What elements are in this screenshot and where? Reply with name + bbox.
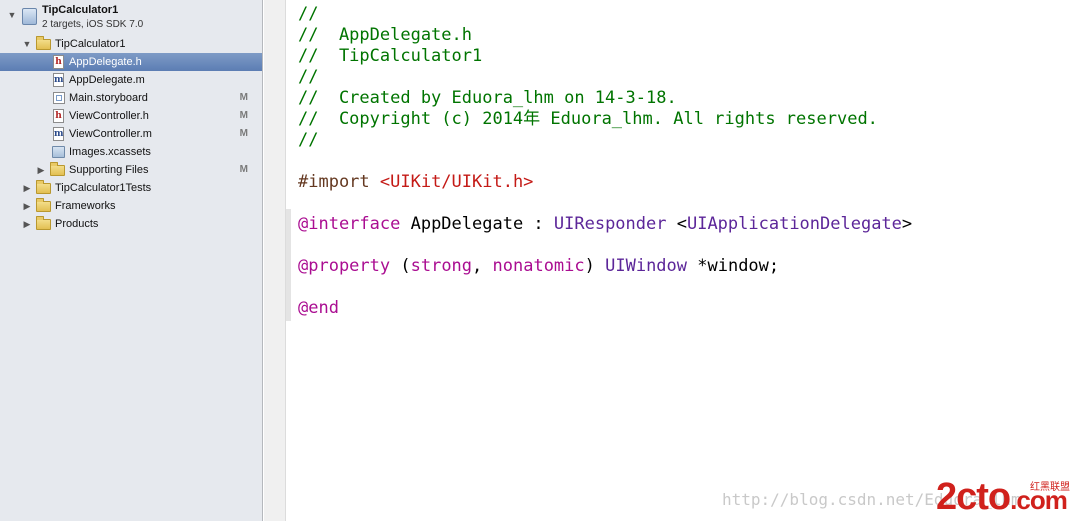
tree-item-products[interactable]: ▶ Products [0, 215, 262, 233]
code-token: UIResponder [553, 214, 667, 234]
code-folding-ribbon[interactable] [286, 209, 291, 321]
code-line[interactable]: // AppDelegate.h [298, 25, 472, 46]
implementation-file-icon: m [53, 127, 64, 141]
tree-item-label: TipCalculator1Tests [55, 182, 152, 194]
site-logo: 2cto.com 红黑联盟 [936, 476, 1072, 518]
code-token: // Created by Eduora_lhm on 14-3-18. [298, 88, 677, 108]
project-name: TipCalculator1 [42, 4, 119, 16]
code-token: nonatomic [492, 256, 585, 276]
xcode-project-icon [22, 8, 37, 25]
tree-item-appdelegate-h[interactable]: h AppDelegate.h [0, 53, 262, 71]
project-subtitle: 2 targets, iOS SDK 7.0 [42, 19, 144, 30]
code-token: // [298, 67, 319, 87]
disclosure-closed-icon[interactable]: ▶ [35, 161, 47, 179]
code-token: ) [584, 256, 606, 276]
code-line[interactable]: // Created by Eduora_lhm on 14-3-18. [298, 88, 677, 109]
code-line[interactable]: // TipCalculator1 [298, 46, 482, 67]
code-token: UIApplicationDelegate [686, 214, 902, 234]
code-line[interactable]: #import <UIKit/UIKit.h> [298, 172, 533, 193]
code-token: , [472, 256, 493, 276]
disclosure-open-icon[interactable]: ▼ [21, 35, 33, 53]
folder-icon [50, 162, 65, 176]
tree-item-label: Supporting Files [69, 164, 149, 176]
code-token: @end [298, 298, 339, 318]
code-line[interactable]: @interface AppDelegate : UIResponder <UI… [298, 214, 912, 235]
implementation-file-icon: m [53, 73, 64, 87]
scm-status-badge: M [239, 110, 248, 121]
disclosure-open-icon[interactable]: ▼ [6, 6, 18, 24]
folder-icon [36, 216, 51, 230]
tree-item-label: Products [55, 218, 99, 230]
code-line[interactable]: // Copyright (c) 2014年 Eduora_lhm. All r… [298, 109, 878, 130]
disclosure-closed-icon[interactable]: ▶ [21, 179, 33, 197]
tree-item-label: ViewController.m [69, 128, 152, 140]
code-token: // [298, 130, 319, 150]
tree-item-main-storyboard[interactable]: Main.storyboard M [0, 89, 262, 107]
disclosure-closed-icon[interactable]: ▶ [21, 215, 33, 233]
tree-item-label: AppDelegate.m [69, 74, 145, 86]
code-token: > [901, 214, 913, 234]
asset-catalog-icon [52, 146, 65, 158]
logo-caption: 红黑联盟 [1030, 482, 1070, 493]
source-editor[interactable]: //// AppDelegate.h// TipCalculator1//// … [298, 4, 1068, 424]
storyboard-icon [53, 92, 65, 104]
folder-icon [36, 36, 51, 50]
scm-status-badge: M [239, 164, 248, 175]
code-line[interactable]: // [298, 67, 318, 88]
code-token: strong [410, 256, 473, 276]
tree-item-appdelegate-m[interactable]: m AppDelegate.m [0, 71, 262, 89]
code-line[interactable]: @end [298, 298, 339, 319]
code-token: #import [298, 172, 380, 192]
code-token: AppDelegate : [400, 214, 554, 234]
disclosure-closed-icon[interactable]: ▶ [21, 197, 33, 215]
tree-item-frameworks[interactable]: ▶ Frameworks [0, 197, 262, 215]
tree-item-tipcalculator1tests[interactable]: ▶ TipCalculator1Tests [0, 179, 262, 197]
header-file-icon: h [53, 55, 64, 69]
scm-status-badge: M [239, 128, 248, 139]
tree-item-label: ViewController.h [69, 110, 149, 122]
project-navigator: ▼ TipCalculator1 2 targets, iOS SDK 7.0 … [0, 0, 263, 521]
code-token: // TipCalculator1 [298, 46, 483, 66]
tree-item-supporting-files[interactable]: ▶ Supporting Files M [0, 161, 262, 179]
folder-icon [36, 180, 51, 194]
folder-icon [36, 198, 51, 212]
code-token: < [666, 214, 687, 234]
tree-item-viewcontroller-m[interactable]: m ViewController.m M [0, 125, 262, 143]
code-token: <UIKit/UIKit.h> [379, 172, 534, 192]
code-token: // AppDelegate.h [298, 25, 472, 45]
tree-item-tipcalculator1-group[interactable]: ▼ TipCalculator1 [0, 35, 262, 53]
tree-item-images-xcassets[interactable]: Images.xcassets [0, 143, 262, 161]
tree-item-label: Main.storyboard [69, 92, 148, 104]
project-root-row[interactable]: ▼ TipCalculator1 2 targets, iOS SDK 7.0 [0, 0, 262, 34]
code-token: // Copyright (c) 2014年 Eduora_lhm. All r… [298, 109, 878, 129]
code-token: @interface [298, 214, 401, 234]
tree-item-label: Images.xcassets [69, 146, 151, 158]
code-token: *window; [687, 256, 780, 276]
tree-item-label: TipCalculator1 [55, 38, 126, 50]
code-token: ( [390, 256, 411, 276]
code-token: // [298, 4, 319, 24]
code-token: @property [298, 256, 391, 276]
code-line[interactable]: // [298, 130, 318, 151]
tree-item-label: Frameworks [55, 200, 116, 212]
code-line[interactable]: // [298, 4, 318, 25]
tree-item-viewcontroller-h[interactable]: h ViewController.h M [0, 107, 262, 125]
tree-item-label: AppDelegate.h [69, 56, 142, 68]
code-token: UIWindow [605, 256, 688, 276]
code-line[interactable]: @property (strong, nonatomic) UIWindow *… [298, 256, 779, 277]
editor-gutter[interactable] [264, 0, 286, 521]
scm-status-badge: M [239, 92, 248, 103]
header-file-icon: h [53, 109, 64, 123]
